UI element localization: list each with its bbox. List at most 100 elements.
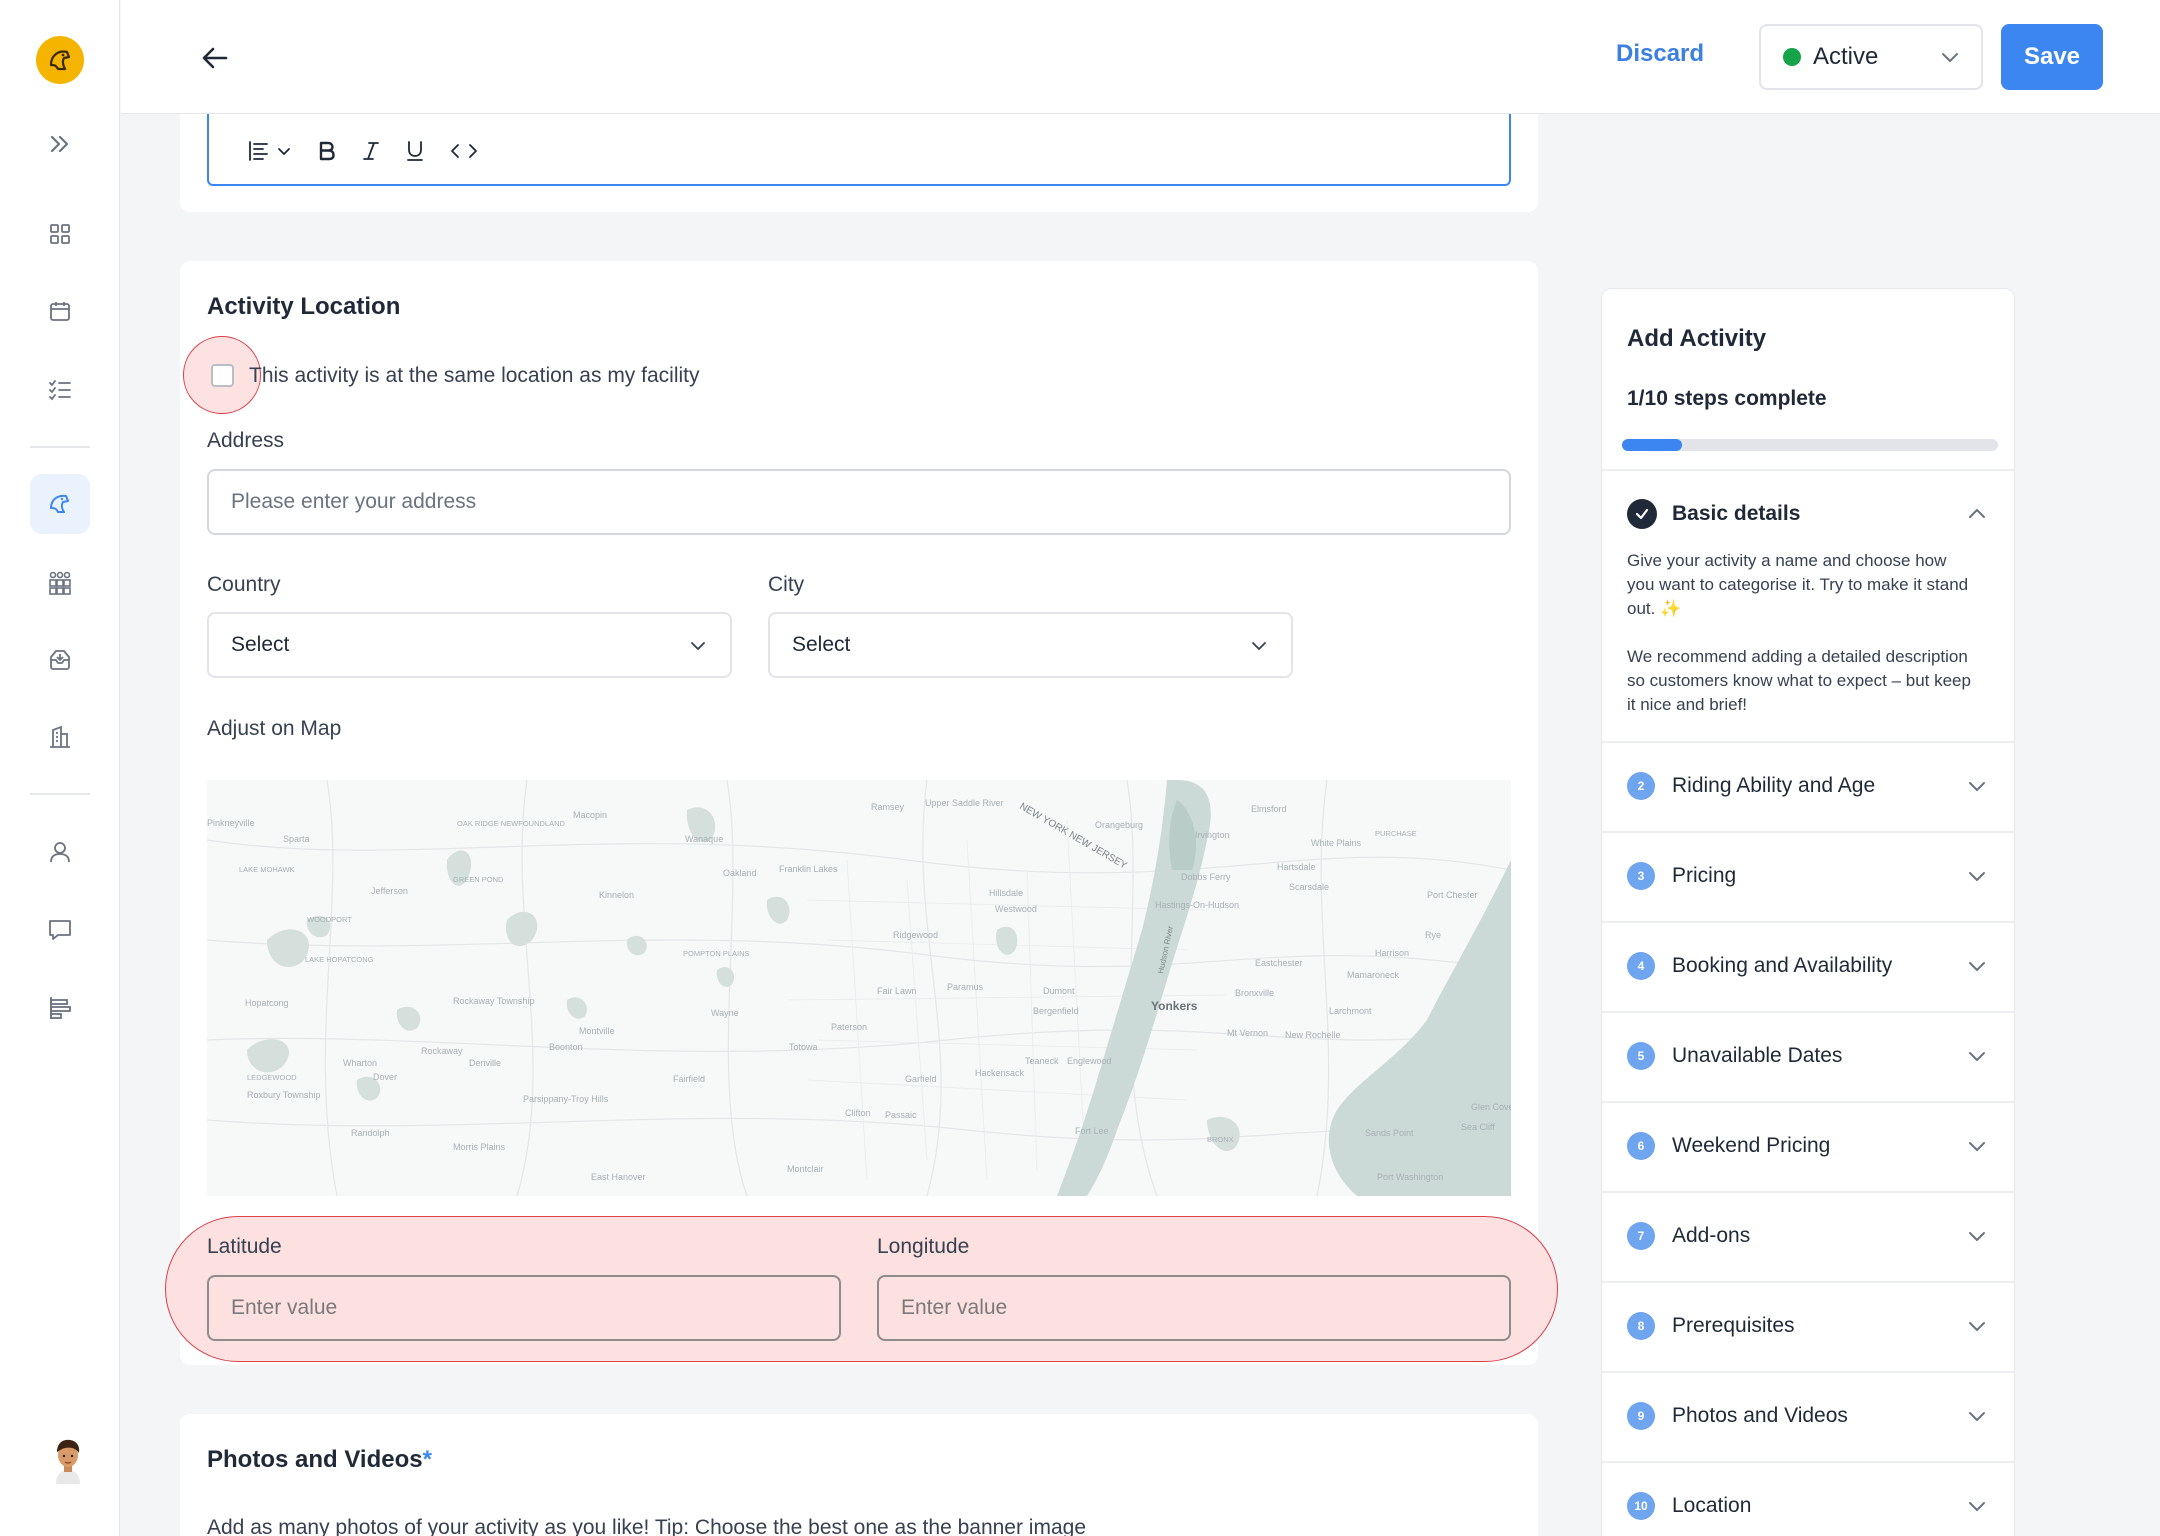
app-logo[interactable]: [36, 36, 84, 84]
section-title: Activity Location: [207, 293, 401, 320]
step-row[interactable]: 10 Location: [1602, 1461, 2014, 1536]
step-label: Location: [1672, 1494, 1752, 1517]
city-value: Select: [792, 633, 851, 656]
italic-button[interactable]: [361, 138, 381, 164]
building-icon: [50, 725, 70, 748]
step-label: Basic details: [1672, 502, 1801, 525]
grid-icon: [50, 224, 70, 244]
map-label-white-plains: White Plains: [1311, 838, 1362, 848]
bold-button[interactable]: [317, 138, 337, 164]
step-row[interactable]: 4 Booking and Availability: [1602, 921, 2014, 1011]
steps-progress-text: 1/10 steps complete: [1627, 387, 1827, 410]
map-label-totowa: Totowa: [789, 1042, 818, 1052]
map-label-ridgewood: Ridgewood: [893, 930, 938, 940]
chevron-down-icon: [1969, 1142, 1985, 1151]
map-label-mt-vernon: Mt Vernon: [1227, 1028, 1268, 1038]
step-row[interactable]: 2 Riding Ability and Age: [1602, 741, 2014, 831]
step-row[interactable]: 8 Prerequisites: [1602, 1281, 2014, 1371]
chevron-down-icon: [1969, 962, 1985, 971]
user-avatar[interactable]: [48, 1436, 88, 1484]
editor-toolbar: [247, 138, 479, 164]
photos-tip: Add as many photos of your activity as y…: [207, 1516, 1087, 1536]
map-canvas: Pinkneyville Sparta LAKE MOHAWK OAK RIDG…: [207, 780, 1511, 1196]
underline-button[interactable]: [405, 138, 425, 164]
code-button[interactable]: [449, 138, 479, 164]
nav-reports[interactable]: [30, 978, 90, 1038]
longitude-input[interactable]: Enter value: [877, 1275, 1511, 1341]
steps-title: Add Activity: [1627, 325, 1767, 352]
map-label-clifton: Clifton: [845, 1108, 871, 1118]
map-label-yonkers: Yonkers: [1151, 999, 1198, 1013]
map-label-mamaroneck: Mamaroneck: [1347, 970, 1400, 980]
map-label-kinnelon: Kinnelon: [599, 890, 634, 900]
map-label-dover: Dover: [373, 1072, 397, 1082]
chevron-down-icon: [1969, 1232, 1985, 1241]
nav-calendar[interactable]: [30, 281, 90, 341]
step-number-badge: 5: [1627, 1042, 1655, 1070]
chevron-up-icon: [1969, 509, 1985, 518]
step-number-badge: 3: [1627, 862, 1655, 890]
location-map[interactable]: Pinkneyville Sparta LAKE MOHAWK OAK RIDG…: [207, 780, 1511, 1196]
map-label-hillsdale: Hillsdale: [989, 888, 1023, 898]
map-label-fairfield: Fairfield: [673, 1074, 705, 1084]
step-label: Riding Ability and Age: [1672, 774, 1876, 797]
align-dropdown-button[interactable]: [247, 138, 293, 164]
required-mark: *: [422, 1446, 432, 1473]
status-active-dot: [1783, 48, 1801, 66]
country-select[interactable]: Select: [207, 612, 732, 678]
nav-profile[interactable]: [30, 822, 90, 882]
city-select[interactable]: Select: [768, 612, 1293, 678]
checklist-icon: [49, 380, 71, 401]
map-label-larchmont: Larchmont: [1329, 1006, 1372, 1016]
map-label-sparta: Sparta: [283, 834, 310, 844]
map-label-pompton-plains: POMPTON PLAINS: [683, 949, 750, 958]
save-button[interactable]: Save: [2001, 24, 2103, 90]
step-row[interactable]: 5 Unavailable Dates: [1602, 1011, 2014, 1101]
nav-dashboard[interactable]: [30, 204, 90, 264]
map-label-ledgewood: LEDGEWOOD: [247, 1073, 297, 1082]
map-label-denville: Denville: [469, 1058, 501, 1068]
nav-tasks[interactable]: [30, 360, 90, 420]
map-label-pinkneyville: Pinkneyville: [207, 818, 255, 828]
horse-logo-icon: [49, 50, 71, 71]
step-number-badge: 8: [1627, 1312, 1655, 1340]
step-label: Booking and Availability: [1672, 954, 1893, 977]
nav-activities[interactable]: [30, 474, 90, 534]
steps-progress-bar: [1622, 439, 1998, 451]
step-row[interactable]: 3 Pricing: [1602, 831, 2014, 921]
add-activity-steps-panel: Add Activity 1/10 steps complete Basic d…: [1601, 288, 2015, 1536]
map-label-hartsdale: Hartsdale: [1277, 862, 1316, 872]
map-label-ramsey: Ramsey: [871, 802, 905, 812]
map-label-macopin: Macopin: [573, 810, 607, 820]
map-label-rockaway-township: Rockaway Township: [453, 996, 534, 1006]
same-location-checkbox[interactable]: [211, 364, 234, 387]
step-row[interactable]: 9 Photos and Videos: [1602, 1371, 2014, 1461]
map-label-wayne: Wayne: [711, 1008, 739, 1018]
nav-inbox[interactable]: [30, 630, 90, 690]
rich-text-editor[interactable]: [207, 114, 1511, 186]
horse-icon: [50, 494, 69, 513]
latitude-input[interactable]: Enter value: [207, 1275, 841, 1341]
map-label-teaneck: Teaneck: [1025, 1056, 1059, 1066]
back-button[interactable]: [193, 36, 237, 80]
status-dropdown[interactable]: Active: [1759, 24, 1983, 90]
map-label-elmsford: Elmsford: [1251, 804, 1287, 814]
step-number-badge: 6: [1627, 1132, 1655, 1160]
discard-button[interactable]: Discard: [1616, 40, 1704, 68]
bold-icon: [319, 141, 335, 161]
step-label: Pricing: [1672, 864, 1737, 887]
expand-sidebar-button[interactable]: [30, 114, 90, 174]
map-label-garfield: Garfield: [905, 1074, 937, 1084]
step-number-badge: 4: [1627, 952, 1655, 980]
nav-groups[interactable]: [30, 553, 90, 613]
chevron-down-icon: [691, 642, 705, 650]
step-number-badge: 2: [1627, 772, 1655, 800]
step-row[interactable]: 6 Weekend Pricing: [1602, 1101, 2014, 1191]
address-input[interactable]: Please enter your address: [207, 469, 1511, 535]
nav-messages[interactable]: [30, 900, 90, 960]
activity-location-card: Activity Location This activity is at th…: [165, 261, 1558, 1365]
map-label-bronx: BRONX: [1207, 1135, 1234, 1144]
step-row[interactable]: 7 Add-ons: [1602, 1191, 2014, 1281]
step-basic-details[interactable]: Basic details: [1602, 469, 2014, 559]
nav-facilities[interactable]: [30, 707, 90, 767]
